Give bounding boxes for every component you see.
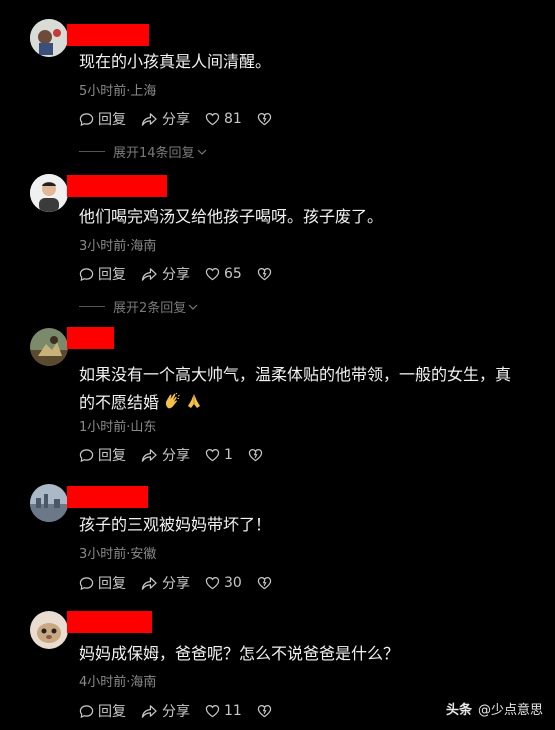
comment-text: 妈妈成保姆，爸爸呢？怎么不说爸爸是什么？ xyxy=(79,644,400,663)
comment-text: 孩子的三观被妈妈带坏了！ xyxy=(79,515,272,534)
reply-button[interactable]: 回复 xyxy=(79,701,126,721)
reply-button[interactable]: 回复 xyxy=(79,109,126,129)
dislike-button[interactable] xyxy=(257,704,276,718)
comment-actions: 回复 分享 11 xyxy=(79,701,291,721)
broken-heart-icon xyxy=(257,112,272,126)
clapping-hands-icon xyxy=(165,392,180,409)
comment-text: 现在的小孩真是人间清醒。 xyxy=(79,52,272,71)
avatar[interactable] xyxy=(30,328,68,366)
comment-text: 如果没有一个高大帅气，温柔体贴的他带领，一般的女生，真 的不愿结婚 xyxy=(79,361,539,416)
reply-label: 回复 xyxy=(98,448,126,464)
share-button[interactable]: 分享 xyxy=(141,573,190,593)
share-icon xyxy=(141,448,157,462)
share-label: 分享 xyxy=(162,704,190,720)
watermark-brand: 头条 xyxy=(445,703,472,718)
reply-button[interactable]: 回复 xyxy=(79,445,126,465)
reply-button[interactable]: 回复 xyxy=(79,573,126,593)
reply-label: 回复 xyxy=(98,704,126,720)
share-icon xyxy=(141,704,157,718)
reply-icon xyxy=(79,448,94,462)
reply-icon xyxy=(79,267,94,281)
share-icon xyxy=(141,576,157,590)
chevron-down-icon xyxy=(197,149,206,155)
broken-heart-icon xyxy=(248,448,263,462)
share-label: 分享 xyxy=(162,267,190,283)
broken-heart-icon xyxy=(257,704,272,718)
watermark-account: @少点意思 xyxy=(477,703,543,718)
redacted-username xyxy=(67,611,152,633)
share-button[interactable]: 分享 xyxy=(141,264,190,284)
expand-replies-label: 展开2条回复 xyxy=(113,301,187,316)
share-icon xyxy=(141,112,157,126)
like-button[interactable]: 81 xyxy=(205,111,242,127)
comment-meta: 3小时前·海南 xyxy=(79,239,157,254)
reply-label: 回复 xyxy=(98,112,126,128)
comment-actions: 回复 分享 1 xyxy=(79,445,282,465)
like-button[interactable]: 65 xyxy=(205,266,242,282)
like-count: 30 xyxy=(224,575,242,591)
reply-icon xyxy=(79,704,94,718)
reply-label: 回复 xyxy=(98,576,126,592)
share-button[interactable]: 分享 xyxy=(141,445,190,465)
redacted-username xyxy=(67,327,114,349)
comment-actions: 回复 分享 81 xyxy=(79,109,291,129)
comment-meta: 5小时前·上海 xyxy=(79,84,157,99)
like-count: 65 xyxy=(224,266,242,282)
broken-heart-icon xyxy=(257,267,272,281)
heart-icon xyxy=(205,267,220,281)
expand-replies-link[interactable]: 展开14条回复 xyxy=(79,142,207,161)
like-count: 11 xyxy=(224,703,242,719)
reply-icon xyxy=(79,112,94,126)
redacted-username xyxy=(67,486,148,508)
like-count: 1 xyxy=(224,447,233,463)
avatar[interactable] xyxy=(30,19,68,57)
like-button[interactable]: 1 xyxy=(205,447,233,463)
share-button[interactable]: 分享 xyxy=(141,109,190,129)
broken-heart-icon xyxy=(257,576,272,590)
heart-icon xyxy=(205,112,220,126)
expand-replies-label: 展开14条回复 xyxy=(113,146,195,161)
comment-text-line: 如果没有一个高大帅气，温柔体贴的他带领，一般的女生，真 xyxy=(79,365,512,384)
expand-replies-link[interactable]: 展开2条回复 xyxy=(79,297,198,316)
dislike-button[interactable] xyxy=(257,112,276,126)
reply-label: 回复 xyxy=(98,267,126,283)
comment-actions: 回复 分享 65 xyxy=(79,264,291,284)
share-label: 分享 xyxy=(162,448,190,464)
like-button[interactable]: 11 xyxy=(205,703,242,719)
share-label: 分享 xyxy=(162,112,190,128)
avatar[interactable] xyxy=(30,611,68,649)
avatar[interactable] xyxy=(30,484,68,522)
comment-meta: 3小时前·安徽 xyxy=(79,547,157,562)
comment-actions: 回复 分享 30 xyxy=(79,573,291,593)
heart-icon xyxy=(205,576,220,590)
redacted-username xyxy=(67,24,149,46)
heart-icon xyxy=(205,448,220,462)
share-label: 分享 xyxy=(162,576,190,592)
watermark: 头条 @少点意思 xyxy=(446,699,543,718)
dislike-button[interactable] xyxy=(257,576,276,590)
like-count: 81 xyxy=(224,111,242,127)
dislike-button[interactable] xyxy=(248,448,267,462)
reply-icon xyxy=(79,576,94,590)
like-button[interactable]: 30 xyxy=(205,575,242,591)
chevron-down-icon xyxy=(188,304,198,310)
avatar[interactable] xyxy=(30,174,68,212)
redacted-username xyxy=(67,175,167,197)
heart-icon xyxy=(205,704,220,718)
dislike-button[interactable] xyxy=(257,267,276,281)
comment-meta: 1小时前·山东 xyxy=(79,420,157,435)
reply-button[interactable]: 回复 xyxy=(79,264,126,284)
comment-meta: 4小时前·海南 xyxy=(79,675,157,690)
comment-text-line: 的不愿结婚 xyxy=(79,389,539,416)
share-button[interactable]: 分享 xyxy=(141,701,190,721)
comment-text: 他们喝完鸡汤又给他孩子喝呀。孩子废了。 xyxy=(79,207,384,226)
folded-hands-icon xyxy=(188,394,201,408)
share-icon xyxy=(141,267,157,281)
